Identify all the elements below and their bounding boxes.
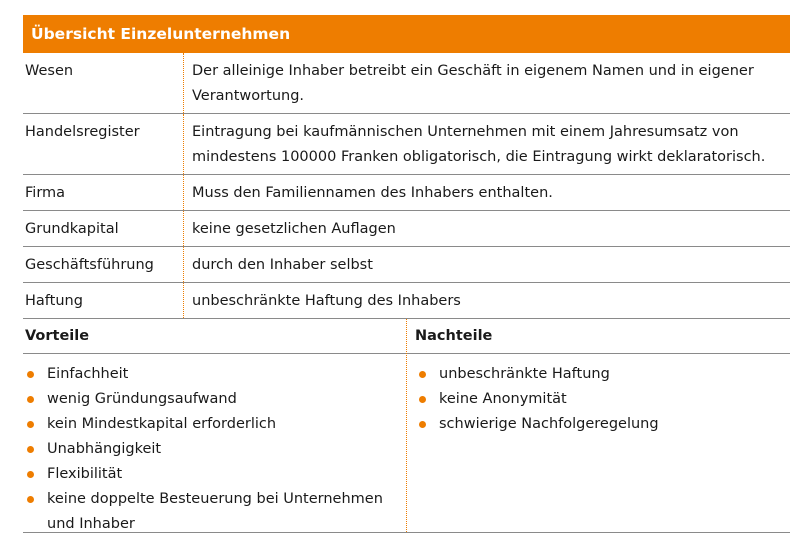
list-item: Einfachheit [23,362,406,387]
row-value: Muss den Familiennamen des Inhabers enth… [183,174,790,211]
list-item-text: keine doppelte Besteuerung bei Unternehm… [47,491,383,532]
table-row: Handelsregister Eintragung bei kaufmänni… [23,113,790,175]
list-item: Unabhängigkeit [23,437,406,462]
info-table: Wesen Der alleinige Inhaber betreibt ein… [23,53,790,319]
table-row: Wesen Der alleinige Inhaber betreibt ein… [23,53,790,114]
list-item: Flexibilität [23,462,406,487]
list-item: keine Anonymität [415,387,790,412]
bullet-icon [27,421,34,428]
row-value: durch den Inhaber selbst [183,246,790,283]
row-value: unbeschränkte Haftung des Inhabers [183,282,790,319]
list-item: wenig Gründungsaufwand [23,387,406,412]
table-title: Übersicht Einzelunternehmen [23,15,790,53]
bullet-icon [27,371,34,378]
row-label: Wesen [25,63,74,79]
bullet-icon [27,396,34,403]
table-row: Firma Muss den Familiennamen des Inhaber… [23,174,790,211]
nachteile-column: Nachteile unbeschränkte Haftung keine An… [407,319,790,532]
bullet-icon [27,496,34,503]
bullet-icon [419,396,426,403]
pros-cons: Vorteile Einfachheit wenig Gründungsaufw… [23,319,790,532]
row-label: Haftung [25,293,83,309]
list-item: unbeschränkte Haftung [415,362,790,387]
list-item-text: unbeschränkte Haftung [439,366,610,382]
list-item: kein Mindestkapital erforderlich [23,412,406,437]
overview-table: Übersicht Einzelunternehmen Wesen Der al… [23,15,790,533]
list-item-text: keine Anonymität [439,391,567,407]
nachteile-heading: Nachteile [407,319,790,354]
row-value: Eintragung bei kaufmännischen Unternehme… [183,113,790,175]
row-label: Firma [25,185,66,201]
vorteile-heading: Vorteile [23,319,406,354]
row-value: Der alleinige Inhaber betreibt ein Gesch… [183,53,790,114]
bullet-icon [419,421,426,428]
vorteile-column: Vorteile Einfachheit wenig Gründungsaufw… [23,319,407,532]
list-item-text: Einfachheit [47,366,129,382]
bullet-icon [27,471,34,478]
table-row: Haftung unbeschränkte Haftung des Inhabe… [23,282,790,319]
list-item-text: Flexibilität [47,466,123,482]
nachteile-list: unbeschränkte Haftung keine Anonymität s… [415,354,790,532]
list-item-text: wenig Gründungsaufwand [47,391,237,407]
list-item: schwierige Nachfolgeregelung [415,412,790,437]
list-item-text: schwierige Nachfolgeregelung [439,416,659,432]
bullet-icon [419,371,426,378]
vorteile-list: Einfachheit wenig Gründungsaufwand kein … [23,354,406,532]
table-row: Geschäftsführung durch den Inhaber selbs… [23,246,790,283]
list-item-text: kein Mindestkapital erforderlich [47,416,277,432]
row-value: keine gesetzlichen Auflagen [183,210,790,247]
bullet-icon [27,446,34,453]
list-item: keine doppelte Besteuerung bei Unternehm… [23,487,406,537]
row-label: Grundkapital [25,221,119,237]
row-label: Handelsregister [25,124,140,140]
table-row: Grundkapital keine gesetzlichen Auflagen [23,210,790,247]
list-item-text: Unabhängigkeit [47,441,162,457]
row-label: Geschäftsführung [25,257,154,273]
